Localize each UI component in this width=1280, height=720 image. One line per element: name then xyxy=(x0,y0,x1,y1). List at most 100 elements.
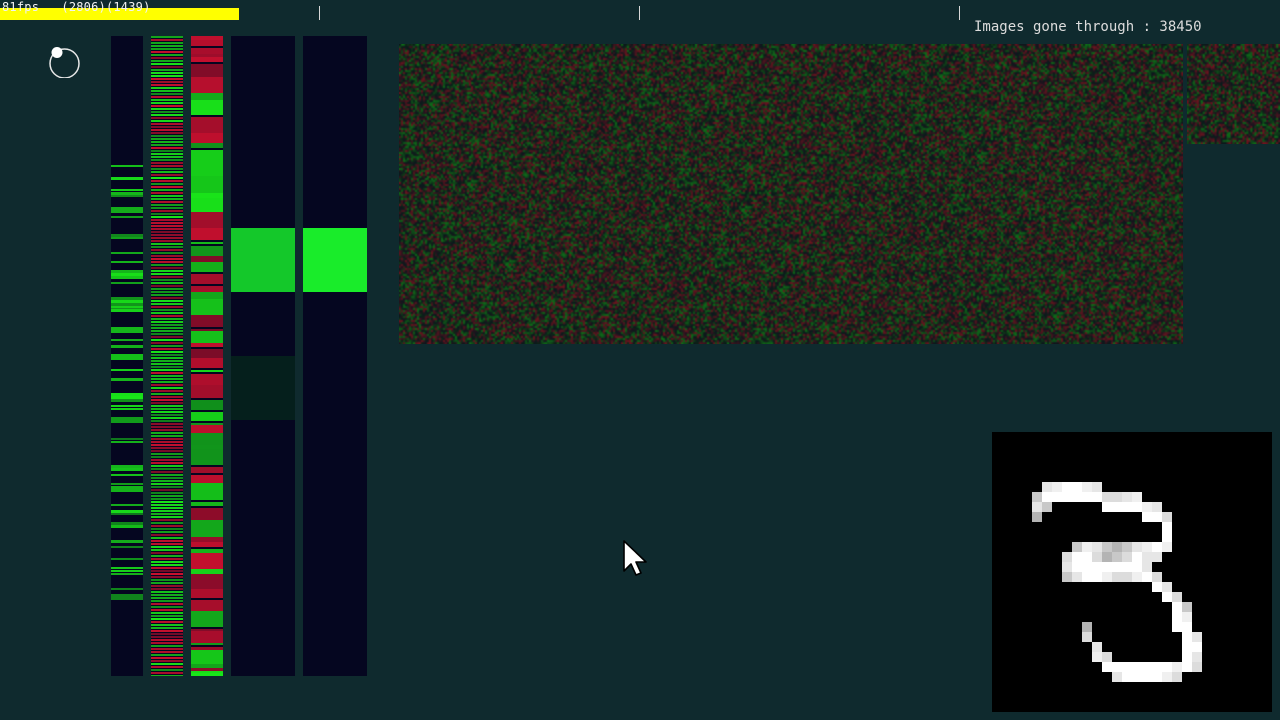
activation-stripe xyxy=(151,549,183,551)
activation-stripe xyxy=(151,195,183,197)
activation-stripe xyxy=(151,438,183,440)
activation-stripe xyxy=(151,591,183,593)
activation-stripe xyxy=(111,396,143,402)
activation-stripe xyxy=(151,426,183,428)
activation-stripe xyxy=(111,405,143,407)
activation-stripe xyxy=(151,198,183,200)
activation-stripe xyxy=(151,540,183,542)
activation-stripe xyxy=(151,231,183,233)
activation-stripe xyxy=(191,374,223,385)
activation-stripe xyxy=(151,609,183,611)
activation-stripe xyxy=(111,504,143,506)
activation-stripe xyxy=(151,72,183,74)
activation-stripe xyxy=(111,177,143,180)
activation-stripe xyxy=(151,411,183,413)
activation-stripe xyxy=(191,673,223,676)
activation-stripe xyxy=(111,594,143,600)
activation-stripe xyxy=(151,651,183,653)
activation-stripe xyxy=(191,358,223,368)
activation-stripe xyxy=(191,198,223,212)
activation-stripe xyxy=(151,528,183,530)
activation-stripe xyxy=(151,414,183,416)
activation-stripe xyxy=(151,201,183,203)
activation-stripe xyxy=(151,456,183,458)
activation-stripe xyxy=(151,339,183,341)
activation-stripe xyxy=(151,219,183,221)
activation-stripe xyxy=(191,483,223,500)
activation-stripe xyxy=(151,84,183,86)
activation-stripe xyxy=(151,192,183,194)
activation-stripe xyxy=(151,126,183,128)
activation-stripe xyxy=(151,567,183,569)
activation-stripe xyxy=(151,384,183,386)
activation-stripe xyxy=(151,579,183,581)
activation-block xyxy=(231,228,295,292)
activation-stripe xyxy=(111,513,143,515)
activation-stripe xyxy=(191,100,223,115)
activation-stripe xyxy=(151,603,183,605)
activation-stripe xyxy=(111,339,143,341)
activation-stripe xyxy=(111,216,143,218)
activation-stripe xyxy=(151,336,183,338)
activation-stripe xyxy=(151,510,183,512)
activation-stripe xyxy=(151,300,183,302)
activation-stripe xyxy=(151,501,183,503)
activation-stripe xyxy=(111,486,143,492)
activation-stripe xyxy=(191,228,223,240)
activation-stripe xyxy=(151,123,183,125)
activation-stripe xyxy=(151,36,183,38)
activation-stripe xyxy=(111,558,143,560)
activation-stripe xyxy=(151,357,183,359)
activation-stripe xyxy=(151,423,183,425)
activation-stripe xyxy=(191,520,223,537)
activation-stripe xyxy=(111,441,143,443)
activation-stripe xyxy=(151,108,183,110)
activation-stripe xyxy=(151,213,183,215)
activation-stripe xyxy=(191,315,223,325)
activation-stripe xyxy=(151,534,183,536)
activation-stripe xyxy=(111,474,143,476)
activation-stripe xyxy=(151,345,183,347)
activation-stripe xyxy=(151,474,183,476)
activation-stripe xyxy=(151,495,183,497)
activation-stripe xyxy=(151,657,183,659)
activation-stripe xyxy=(111,408,143,410)
activation-stripe xyxy=(151,570,183,572)
activation-stripe xyxy=(191,349,223,358)
activation-stripe xyxy=(151,105,183,107)
activation-stripe xyxy=(151,420,183,422)
activation-stripe xyxy=(151,324,183,326)
activation-stripe xyxy=(191,611,223,627)
activation-stripe xyxy=(151,240,183,242)
activation-stripe xyxy=(151,366,183,368)
timeline-tick xyxy=(319,6,320,20)
activation-stripe xyxy=(191,508,223,520)
activation-stripe xyxy=(151,99,183,101)
activation-stripe xyxy=(191,242,223,244)
activation-stripe xyxy=(151,459,183,461)
activation-stripe xyxy=(151,396,183,398)
timeline-tick xyxy=(639,6,640,20)
activation-stripe xyxy=(111,165,143,167)
activation-stripe xyxy=(151,186,183,188)
activation-stripe xyxy=(151,216,183,218)
activation-stripe xyxy=(151,435,183,437)
fps-readout: 81fps (2806)(1439) xyxy=(2,0,151,14)
activation-stripe xyxy=(151,255,183,257)
activation-stripe xyxy=(151,168,183,170)
weight-matrix-view xyxy=(399,44,1183,344)
activation-stripe xyxy=(151,531,183,533)
activation-stripe xyxy=(151,45,183,47)
activation-stripe xyxy=(151,90,183,92)
activation-stripe xyxy=(151,204,183,206)
dial-knob-icon[interactable] xyxy=(48,46,80,78)
layer-column-hidden-3 xyxy=(231,36,295,676)
activation-stripe xyxy=(151,363,183,365)
activation-stripe xyxy=(111,354,143,360)
activation-stripe xyxy=(151,225,183,227)
activation-stripe xyxy=(111,483,143,485)
activation-stripe xyxy=(151,564,183,566)
activation-stripe xyxy=(111,378,143,381)
activation-stripe xyxy=(151,327,183,329)
activation-stripe xyxy=(151,258,183,260)
